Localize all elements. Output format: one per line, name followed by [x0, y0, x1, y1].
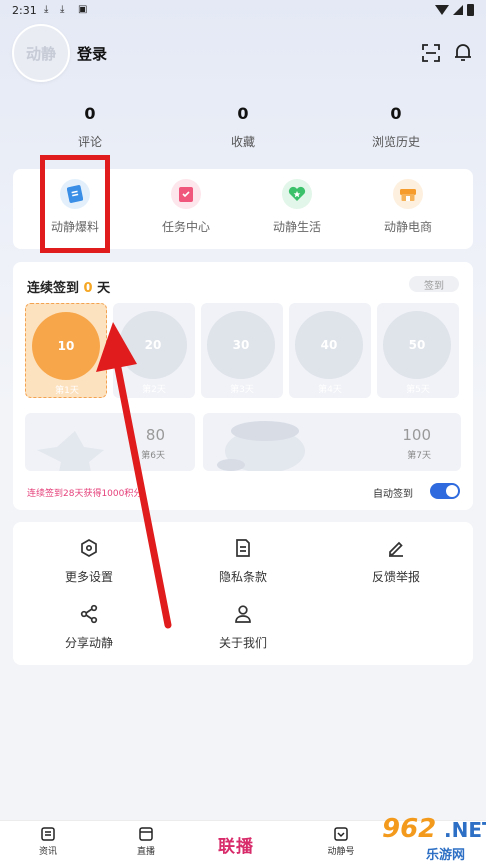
- day-label: 第1天: [55, 386, 79, 396]
- setting-share[interactable]: 分享动静: [39, 604, 139, 651]
- day-points: 40: [295, 311, 363, 379]
- signin-card: 连续签到 0 天 签到 10 第1天 20 第2天 30 第3天 40 第4天 …: [13, 262, 473, 510]
- setting-label: 分享动静: [64, 636, 113, 650]
- feature-life[interactable]: 动静生活: [252, 179, 342, 235]
- day-points: 30: [207, 311, 275, 379]
- auto-signin-toggle[interactable]: [430, 483, 460, 499]
- stat-comments[interactable]: 0 评论: [40, 104, 140, 150]
- day-label: 第2天: [142, 385, 166, 395]
- feature-label: 动静电商: [383, 220, 432, 234]
- task-icon: [171, 179, 201, 209]
- day-label: 第4天: [318, 385, 342, 395]
- shop-icon: [393, 179, 423, 209]
- signin-day-1[interactable]: 10 第1天: [25, 303, 107, 398]
- signin-button[interactable]: 签到: [409, 276, 459, 292]
- signin-day-3[interactable]: 30 第3天: [201, 303, 283, 398]
- bell-icon[interactable]: [454, 43, 472, 62]
- feature-label: 任务中心: [161, 220, 210, 234]
- watermark-name: 乐游网: [426, 848, 466, 863]
- auto-signin-label: 自动签到: [373, 489, 413, 500]
- setting-privacy[interactable]: 隐私条款: [193, 538, 293, 585]
- star-decor-icon: [37, 431, 104, 471]
- account-icon: [334, 827, 348, 841]
- signin-streak: 0: [83, 281, 93, 296]
- login-button[interactable]: 登录: [77, 43, 107, 64]
- scan-icon[interactable]: [422, 44, 440, 62]
- tv-icon: [139, 827, 153, 841]
- big-day-points: 80: [145, 426, 165, 444]
- status-time: 2:31: [12, 4, 37, 17]
- battery-icon: [467, 4, 474, 16]
- news-icon: [41, 827, 55, 841]
- nav-live-tv[interactable]: 直播: [116, 827, 176, 857]
- nav-account[interactable]: 动静号: [311, 827, 371, 857]
- signin-day-6[interactable]: 80 第6天: [25, 413, 195, 471]
- setting-feedback[interactable]: 反馈举报: [346, 538, 446, 585]
- status-bar: 2:31 ⤓ ⤓ ▣: [0, 0, 486, 22]
- stat-count: 0: [390, 104, 402, 123]
- signin-hint: 连续签到28天获得1000积分: [27, 489, 143, 499]
- app-notification-icon: ▣: [78, 4, 88, 15]
- setting-label: 反馈举报: [371, 570, 420, 584]
- document-icon: [236, 539, 250, 557]
- stat-label: 浏览历史: [371, 135, 420, 149]
- signin-day-7[interactable]: 100 第7天: [203, 413, 461, 471]
- hexagon-settings-icon: [81, 539, 97, 557]
- heart-star-icon: [282, 179, 312, 209]
- day-points: 20: [119, 311, 187, 379]
- signin-title-suffix: 天: [97, 281, 111, 296]
- nav-news[interactable]: 资讯: [18, 827, 78, 857]
- avatar-text: 动静: [25, 44, 56, 63]
- settings-card: 更多设置 隐私条款 反馈举报 分享动静 关于我们: [13, 522, 473, 665]
- setting-label: 关于我们: [218, 636, 267, 650]
- nav-label: 直播: [136, 847, 155, 857]
- big-day-points: 100: [402, 426, 431, 444]
- stat-label: 评论: [77, 135, 102, 149]
- download-icon: ⤓: [44, 4, 49, 15]
- signin-day-4[interactable]: 40 第4天: [289, 303, 371, 398]
- user-icon: [235, 605, 251, 623]
- big-day-label: 第7天: [407, 451, 431, 461]
- stat-favorites[interactable]: 0 收藏: [193, 104, 293, 150]
- nav-label: 动静号: [327, 847, 355, 857]
- signin-day-5[interactable]: 50 第5天: [377, 303, 459, 398]
- day-points: 50: [383, 311, 451, 379]
- big-day-label: 第6天: [141, 451, 165, 461]
- stat-count: 0: [84, 104, 96, 123]
- annotation-highlight-box: [40, 155, 110, 253]
- stat-count: 0: [237, 104, 249, 123]
- download-icon: ⤓: [60, 4, 65, 15]
- watermark-number: 962: [382, 814, 437, 844]
- day-points: 10: [32, 312, 100, 380]
- feature-tasks[interactable]: 任务中心: [141, 179, 231, 235]
- feature-shop[interactable]: 动静电商: [363, 179, 453, 235]
- signal-icon: [453, 5, 463, 15]
- wifi-icon: [435, 5, 449, 15]
- nav-label: 资讯: [38, 847, 57, 857]
- setting-about[interactable]: 关于我们: [193, 604, 293, 651]
- setting-label: 隐私条款: [218, 570, 267, 584]
- feature-label: 动静生活: [272, 220, 321, 234]
- day-label: 第3天: [230, 385, 254, 395]
- watermark: 962 .NET 乐游网: [382, 814, 486, 864]
- signin-day-2[interactable]: 20 第2天: [113, 303, 195, 398]
- nav-live-broadcast[interactable]: 联播: [218, 832, 254, 857]
- avatar[interactable]: 动静: [12, 24, 70, 82]
- stat-history[interactable]: 0 浏览历史: [346, 104, 446, 150]
- treasure-pot-icon: [217, 421, 305, 471]
- setting-label: 更多设置: [64, 570, 113, 584]
- setting-more[interactable]: 更多设置: [39, 538, 139, 585]
- watermark-domain: .NET: [444, 818, 486, 842]
- signin-title: 连续签到 0 天: [27, 277, 110, 296]
- signin-title-prefix: 连续签到: [27, 281, 80, 296]
- status-right-icons: [435, 4, 474, 16]
- edit-pen-icon: [389, 541, 403, 557]
- share-icon: [80, 604, 98, 624]
- stat-label: 收藏: [230, 135, 255, 149]
- day-label: 第5天: [406, 385, 430, 395]
